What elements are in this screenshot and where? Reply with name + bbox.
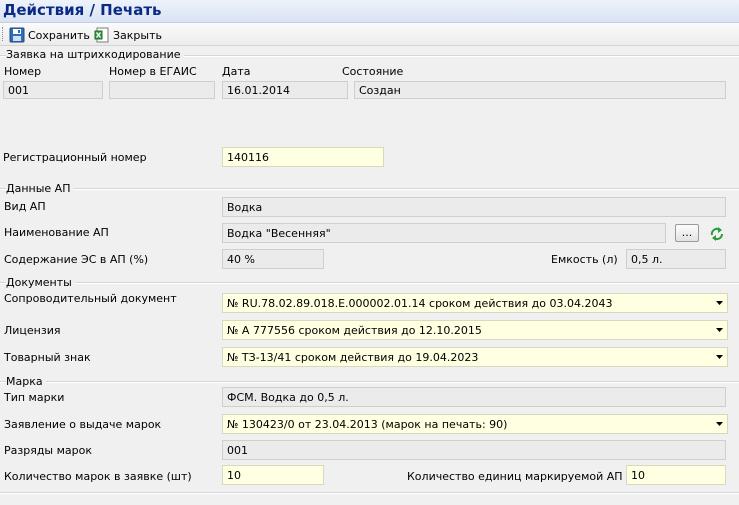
stamp-digits-field[interactable]: 001 bbox=[222, 440, 726, 460]
chevron-down-icon[interactable] bbox=[715, 415, 723, 433]
save-label: Сохранить bbox=[28, 28, 90, 42]
refresh-icon[interactable] bbox=[709, 226, 725, 245]
save-icon bbox=[9, 27, 25, 43]
section-title-documents: Документы bbox=[6, 276, 75, 289]
toolbar-grip[interactable] bbox=[2, 27, 5, 41]
number-field[interactable]: 001 bbox=[3, 81, 103, 99]
stamp-application-value: № 130423/0 от 23.04.2013 (марок на печат… bbox=[227, 418, 508, 431]
chevron-down-icon[interactable] bbox=[715, 294, 723, 312]
close-button[interactable]: Закрыть bbox=[94, 26, 162, 44]
trademark-label: Товарный знак bbox=[4, 351, 91, 364]
section-divider bbox=[0, 188, 739, 190]
license-value: № А 777556 сроком действия до 12.10.2015 bbox=[227, 324, 482, 337]
reg-number-input[interactable]: 140116 bbox=[222, 147, 384, 167]
alcohol-field[interactable]: 40 % bbox=[222, 249, 324, 269]
status-label: Состояние bbox=[342, 65, 404, 78]
status-field[interactable]: Создан bbox=[354, 81, 726, 99]
ap-type-label: Вид АП bbox=[4, 200, 46, 213]
stamp-application-select[interactable]: № 130423/0 от 23.04.2013 (марок на печат… bbox=[222, 414, 728, 434]
section-title-stamp: Марка bbox=[6, 375, 46, 388]
number-label: Номер bbox=[4, 65, 42, 78]
units-count-input[interactable]: 10 bbox=[626, 465, 726, 485]
section-title-ap: Данные АП bbox=[6, 182, 74, 195]
accompanying-doc-select[interactable]: № RU.78.02.89.018.E.000002.01.14 сроком … bbox=[222, 293, 728, 313]
trademark-value: № ТЗ-13/41 сроком действия до 19.04.2023 bbox=[227, 351, 479, 364]
chevron-down-icon[interactable] bbox=[715, 321, 723, 339]
section-divider bbox=[0, 282, 739, 284]
window-title: Действия / Печать bbox=[3, 1, 162, 19]
stamp-count-input[interactable]: 10 bbox=[222, 465, 324, 485]
accompanying-doc-label: Сопроводительный документ bbox=[4, 292, 177, 305]
stamp-digits-label: Разряды марок bbox=[4, 444, 93, 457]
browse-button[interactable]: ... bbox=[675, 224, 699, 242]
stamp-application-label: Заявление о выдаче марок bbox=[4, 418, 162, 431]
close-icon bbox=[94, 27, 110, 43]
stamp-count-label: Количество марок в заявке (шт) bbox=[4, 470, 192, 483]
section-divider bbox=[0, 381, 739, 383]
date-field[interactable]: 16.01.2014 bbox=[222, 81, 348, 99]
section-title-request: Заявка на штрихкодирование bbox=[6, 48, 184, 61]
license-label: Лицензия bbox=[4, 324, 61, 337]
trademark-select[interactable]: № ТЗ-13/41 сроком действия до 19.04.2023 bbox=[222, 347, 728, 367]
alcohol-label: Содержание ЭС в АП (%) bbox=[4, 253, 149, 266]
volume-field[interactable]: 0,5 л. bbox=[626, 249, 726, 269]
stamp-type-field[interactable]: ФСМ. Водка до 0,5 л. bbox=[222, 387, 726, 407]
license-select[interactable]: № А 777556 сроком действия до 12.10.2015 bbox=[222, 320, 728, 340]
save-button[interactable]: Сохранить bbox=[9, 26, 90, 44]
egais-number-field[interactable] bbox=[109, 81, 215, 99]
ap-name-field[interactable]: Водка "Весенняя" bbox=[222, 223, 666, 243]
accompanying-doc-value: № RU.78.02.89.018.E.000002.01.14 сроком … bbox=[227, 297, 613, 310]
ap-name-label: Наименование АП bbox=[4, 226, 109, 239]
date-label: Дата bbox=[222, 65, 251, 78]
stamp-type-label: Тип марки bbox=[4, 391, 65, 404]
volume-label: Емкость (л) bbox=[551, 253, 618, 266]
chevron-down-icon[interactable] bbox=[715, 348, 723, 366]
close-label: Закрыть bbox=[113, 28, 162, 42]
bottom-divider bbox=[0, 492, 739, 494]
egais-number-label: Номер в ЕГАИС bbox=[109, 65, 197, 78]
units-count-label: Количество единиц маркируемой АП (шт) bbox=[407, 470, 652, 483]
ap-type-field[interactable]: Водка bbox=[222, 197, 726, 217]
reg-number-label: Регистрационный номер bbox=[3, 151, 147, 164]
